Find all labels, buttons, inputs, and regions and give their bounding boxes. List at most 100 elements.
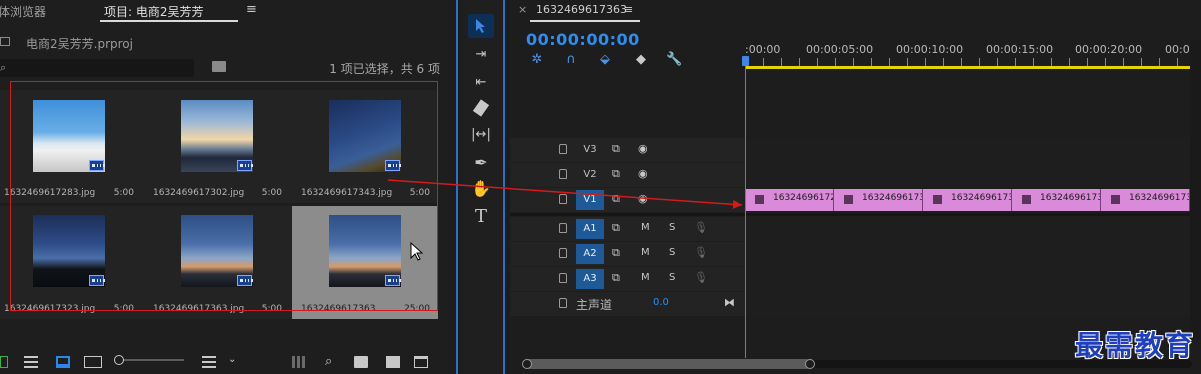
list-view-icon[interactable] <box>24 356 38 368</box>
master-volume-value[interactable]: 0.0 <box>653 297 669 308</box>
hamburger-icon[interactable]: ≡ <box>246 2 257 17</box>
scroll-end-handle[interactable] <box>805 359 815 369</box>
video-audio-separator[interactable] <box>510 213 1190 216</box>
timeline-clip[interactable]: 16324696172 <box>745 189 834 211</box>
selection-tool[interactable] <box>468 14 494 38</box>
tools-panel: ⇥ ⇤ |↔| ✒ ✋ T <box>462 0 502 374</box>
image-clip-icon <box>933 195 942 204</box>
track-body[interactable] <box>745 138 1190 162</box>
sequence-tab[interactable]: 1632469617363 <box>536 3 627 16</box>
pen-tool[interactable]: ✒ <box>468 150 494 174</box>
lock-icon[interactable] <box>559 248 567 258</box>
ruler-ticks <box>745 58 1201 66</box>
lock-icon[interactable] <box>559 223 567 233</box>
track-header: A3 ⧉ M S 🎙 <box>510 267 745 291</box>
sync-lock-icon[interactable]: ⧉ <box>612 142 620 156</box>
timeline-clip[interactable]: 16324696173 <box>923 189 1012 211</box>
lock-icon[interactable] <box>559 298 567 308</box>
wrench-icon[interactable]: 🔧 <box>666 53 682 67</box>
slip-tool[interactable]: |↔| <box>468 122 494 146</box>
sync-lock-icon[interactable]: ⧉ <box>612 246 620 260</box>
chevron-down-icon[interactable]: ⌄ <box>228 354 236 365</box>
track-body[interactable] <box>745 242 1190 266</box>
add-marker-icon[interactable]: ◆ <box>634 53 648 67</box>
track-header: V2 ⧉ ◉ <box>510 163 745 187</box>
panel-divider[interactable] <box>503 0 505 374</box>
playhead-timecode[interactable]: 00:00:00:00 <box>526 30 640 49</box>
automate-to-sequence-icon[interactable] <box>292 356 306 368</box>
trash-icon[interactable] <box>414 356 428 368</box>
hamburger-icon[interactable]: ≡ <box>624 3 633 16</box>
timeline-clip[interactable]: 16324696173 <box>834 189 923 211</box>
close-icon[interactable]: × <box>518 3 527 16</box>
ruler-label: :00:00 <box>745 43 781 56</box>
track-v2: V2 ⧉ ◉ <box>510 163 1190 187</box>
type-tool[interactable]: T <box>468 204 494 228</box>
timeline-scrollbar-thumb[interactable] <box>524 359 812 369</box>
razor-tool[interactable] <box>468 96 494 120</box>
clip-name: 16324696173 <box>1129 193 1190 203</box>
go-to-end-icon[interactable]: ⧓ <box>724 296 735 309</box>
hand-tool[interactable]: ✋ <box>468 176 494 200</box>
lock-icon[interactable] <box>559 169 567 179</box>
lock-icon[interactable] <box>559 144 567 154</box>
track-name[interactable]: V3 <box>576 140 604 160</box>
sync-lock-icon[interactable]: ⧉ <box>612 271 620 285</box>
solo-button[interactable]: S <box>669 272 675 283</box>
track-body[interactable] <box>745 267 1190 291</box>
track-name[interactable]: A1 <box>576 219 604 239</box>
eye-icon[interactable]: ◉ <box>638 167 648 180</box>
new-folder-icon[interactable] <box>354 356 368 368</box>
search-input[interactable]: ⌕ <box>0 59 194 77</box>
mute-button[interactable]: M <box>641 222 650 233</box>
ripple-edit-tool[interactable]: ⇤ <box>468 70 494 94</box>
track-name[interactable]: A2 <box>576 244 604 264</box>
annotation-highlight-box <box>10 81 438 311</box>
playhead-line[interactable] <box>745 58 746 358</box>
track-body[interactable] <box>745 292 1190 316</box>
track-name[interactable]: A3 <box>576 269 604 289</box>
ruler-label: 00:00:20:00 <box>1075 43 1143 56</box>
tab-project[interactable]: 项目: 电商2吴芳芳 <box>104 3 204 20</box>
zoom-slider[interactable] <box>114 355 184 365</box>
panel-divider[interactable] <box>456 0 458 374</box>
track-body[interactable] <box>745 217 1190 241</box>
new-search-bin-icon[interactable] <box>212 61 226 72</box>
solo-button[interactable]: S <box>669 222 675 233</box>
new-bin-icon[interactable] <box>0 356 8 368</box>
microphone-icon[interactable]: 🎙 <box>694 271 708 284</box>
microphone-icon[interactable]: 🎙 <box>694 221 708 234</box>
timeline-clip[interactable]: 16324696173 <box>1101 189 1190 211</box>
sync-lock-icon[interactable]: ⧉ <box>612 192 620 206</box>
track-name[interactable]: V2 <box>576 165 604 185</box>
timeline-clip[interactable]: 16324696173 <box>1012 189 1101 211</box>
sort-icon[interactable] <box>202 356 216 368</box>
track-select-tool[interactable]: ⇥ <box>468 42 494 66</box>
scroll-start-handle[interactable] <box>522 359 532 369</box>
linked-selection-icon[interactable]: ⬙ <box>598 53 612 67</box>
snap-magnet-icon[interactable]: ∩ <box>564 53 578 67</box>
project-bottom-toolbar: ⌄ ⌕ <box>0 352 448 374</box>
lock-icon[interactable] <box>559 273 567 283</box>
track-body[interactable] <box>745 163 1190 187</box>
lock-icon[interactable] <box>559 194 567 204</box>
image-clip-icon <box>1111 195 1120 204</box>
mute-button[interactable]: M <box>641 247 650 258</box>
sync-lock-icon[interactable]: ⧉ <box>612 167 620 181</box>
sync-lock-icon[interactable]: ⧉ <box>612 221 620 235</box>
find-icon[interactable]: ⌕ <box>325 354 332 369</box>
premiere-workspace: 媒体浏览器 项目: 电商2吴芳芳 ≡ 电商2吴芳芳.prproj ⌕ 1 项已选… <box>0 0 1201 374</box>
microphone-icon[interactable]: 🎙 <box>694 246 708 259</box>
work-area-bar[interactable] <box>745 66 1191 69</box>
freeform-view-icon[interactable] <box>84 356 102 368</box>
eye-icon[interactable]: ◉ <box>638 142 648 155</box>
tab-media-browser[interactable]: 媒体浏览器 <box>0 3 46 20</box>
new-item-icon[interactable] <box>386 356 400 368</box>
eye-icon[interactable]: ◉ <box>638 192 648 205</box>
track-name[interactable]: V1 <box>576 190 604 210</box>
icon-view-icon[interactable] <box>56 356 70 368</box>
zoom-slider-handle[interactable] <box>114 355 124 365</box>
insert-sequence-nest-icon[interactable]: ✲ <box>530 53 544 67</box>
mute-button[interactable]: M <box>641 272 650 283</box>
solo-button[interactable]: S <box>669 247 675 258</box>
